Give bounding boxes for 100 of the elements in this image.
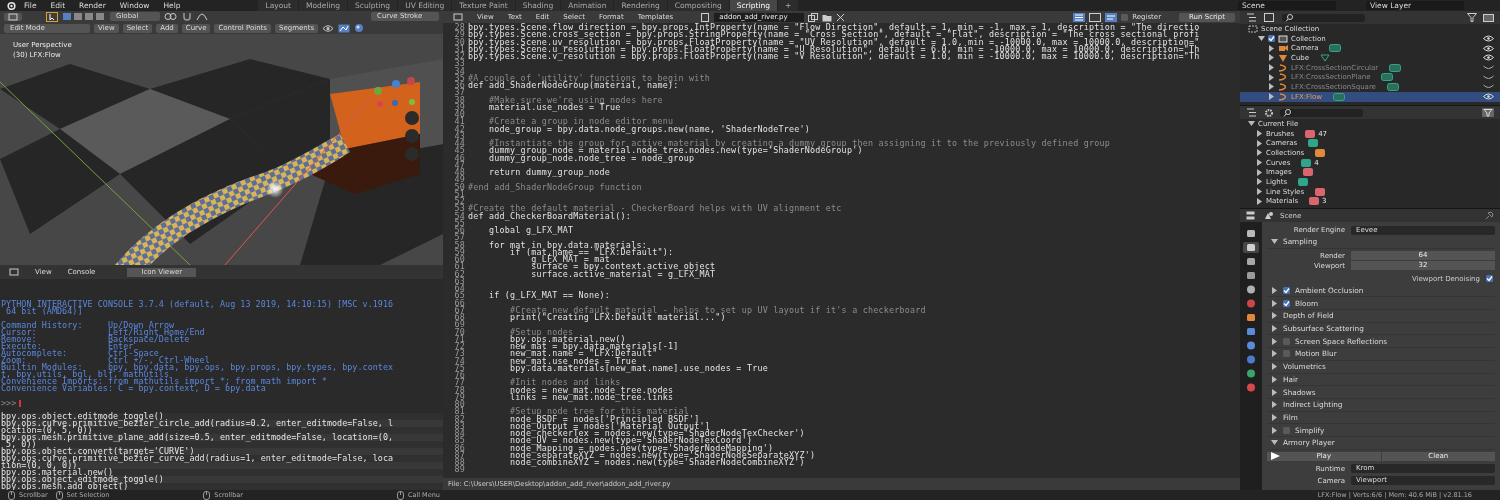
code-line: print("Creating LFX:Default material...") — [509, 314, 726, 322]
code-line: return dummy_group_node — [488, 169, 611, 177]
display-mode-icon[interactable] — [1246, 13, 1258, 22]
checkbox[interactable] — [1283, 350, 1290, 358]
code-line: global g_LFX_MAT — [488, 227, 574, 235]
object-data-icon[interactable] — [1386, 82, 1399, 91]
disclosure-triangle-icon[interactable] — [1268, 44, 1275, 52]
code-line: new_mat.use_nodes = True — [509, 357, 637, 365]
line-number: 32 — [453, 53, 466, 61]
closed-eye-icon[interactable] — [1483, 64, 1494, 72]
disclosure-triangle-icon[interactable] — [1271, 350, 1278, 358]
disclosure-triangle-icon[interactable] — [1271, 401, 1278, 409]
object-data-icon[interactable] — [1381, 73, 1394, 82]
code-line: new_mat.name = "LFX:Default" — [509, 350, 658, 358]
search-field[interactable] — [1280, 108, 1363, 117]
disclosure-triangle-icon[interactable] — [1271, 413, 1278, 421]
disclosure-triangle-icon[interactable] — [1268, 64, 1275, 72]
close-icon[interactable] — [836, 12, 846, 22]
line-number: 64 — [453, 285, 466, 293]
eye-icon[interactable] — [1483, 44, 1494, 52]
code-line: dummy_group_node.node_tree = node_group — [488, 154, 695, 162]
mesh-data-icon[interactable] — [1320, 53, 1331, 62]
mouse-icon — [396, 490, 404, 500]
line-number: 29 — [453, 31, 466, 39]
checkbox[interactable] — [1268, 35, 1275, 43]
syntax-highlight-icon[interactable] — [1105, 12, 1118, 22]
line-number: 56 — [453, 227, 466, 235]
object-data-icon[interactable] — [1333, 92, 1346, 101]
code-line: links = new_mat.node_tree.links — [509, 393, 674, 401]
code-line: node_combineXYZ = nodes.new(type='ShaderNodeCombineXYZ') — [509, 459, 805, 467]
camera-icon — [1278, 44, 1288, 53]
word-wrap-icon[interactable] — [1089, 12, 1102, 22]
disclosure-triangle-icon[interactable] — [1271, 375, 1278, 383]
disclosure-triangle-icon[interactable] — [1271, 325, 1278, 333]
checkbox[interactable] — [1283, 287, 1290, 295]
sphere-icon[interactable] — [354, 23, 365, 34]
closed-eye-icon[interactable] — [1483, 73, 1494, 81]
overlay-icon[interactable] — [338, 23, 351, 33]
pin-icon[interactable] — [1485, 211, 1494, 220]
editor-type-dropdown[interactable] — [4, 12, 22, 21]
new-collection-icon[interactable] — [1483, 13, 1494, 22]
disclosure-triangle-icon[interactable] — [1271, 238, 1278, 246]
display-mode-icon[interactable] — [1246, 108, 1258, 117]
disclosure-triangle-icon[interactable] — [1271, 439, 1278, 447]
code-line: node_checkerTex = nodes.new(type='ShaderNodeTexChecker') — [509, 430, 805, 438]
closed-eye-icon[interactable] — [1483, 83, 1494, 91]
line-number: 75 — [453, 364, 466, 372]
line-number: 39 — [453, 103, 466, 111]
disclosure-triangle-icon[interactable] — [1271, 426, 1278, 434]
falloff-curve-icon[interactable] — [196, 12, 208, 22]
ring-logo-icon[interactable] — [6, 0, 16, 11]
line-number: 67 — [453, 306, 466, 314]
document-icon[interactable] — [700, 12, 711, 22]
checkbox[interactable] — [1283, 337, 1290, 345]
mouse-icon — [203, 490, 211, 500]
code-line: dummy_group_node = material.node_tree.nodes.new(type='ShaderNodeGroup') — [488, 147, 863, 155]
eye-icon[interactable] — [322, 23, 335, 33]
disclosure-triangle-icon[interactable] — [1271, 363, 1278, 371]
disclosure-triangle-icon[interactable] — [1268, 83, 1275, 91]
line-number: 47 — [453, 161, 466, 169]
line-number: 34 — [453, 67, 466, 75]
disclosure-triangle-icon[interactable] — [1271, 337, 1278, 345]
line-number: 49 — [453, 176, 466, 184]
magnet-icon[interactable] — [182, 12, 192, 22]
object-data-icon[interactable] — [1329, 44, 1342, 53]
search-field[interactable] — [1282, 13, 1365, 22]
filter-icon[interactable] — [1482, 108, 1494, 117]
console-output-line: Convenience Variables: C = bpy.context, D = bpy.data — [1, 383, 266, 393]
line-number: 58 — [453, 241, 466, 249]
eye-icon[interactable] — [1483, 93, 1494, 101]
cursor-icon[interactable] — [46, 11, 58, 22]
image-icon[interactable] — [1264, 13, 1276, 22]
line-numbers-icon[interactable] — [1073, 12, 1086, 22]
disclosure-triangle-icon[interactable] — [1248, 120, 1255, 128]
register-checkbox[interactable] — [1121, 13, 1129, 21]
eye-icon[interactable] — [1483, 54, 1494, 62]
disclosure-triangle-icon[interactable] — [1271, 299, 1278, 307]
line-number: 52 — [453, 198, 466, 206]
code-line: material.use_nodes = True — [488, 103, 621, 111]
disclosure-triangle-icon[interactable] — [1271, 287, 1278, 295]
line-number: 42 — [453, 125, 466, 133]
object-data-icon[interactable] — [1389, 63, 1402, 72]
square-tab-icon[interactable] — [1243, 242, 1259, 253]
code-line: bpy.ops.material.new() — [509, 335, 626, 343]
disclosure-triangle-icon[interactable] — [1271, 388, 1278, 396]
disclosure-triangle-icon[interactable] — [1258, 35, 1265, 43]
properties-editor-icon[interactable] — [1246, 211, 1258, 220]
filter-icon[interactable] — [1467, 13, 1477, 22]
eye-icon[interactable] — [1483, 35, 1494, 43]
checkbox[interactable] — [1283, 426, 1290, 434]
disclosure-triangle-icon[interactable] — [1271, 312, 1278, 320]
checkbox[interactable] — [1283, 299, 1290, 307]
code-line: bpy.data.materials[new_mat.name].use_nodes = True — [509, 364, 768, 372]
link-icon[interactable] — [164, 12, 178, 22]
disclosure-triangle-icon[interactable] — [1268, 54, 1275, 62]
gear-icon[interactable] — [1264, 107, 1274, 118]
checkbox[interactable] — [1486, 275, 1493, 283]
disclosure-triangle-icon[interactable] — [1268, 93, 1275, 101]
copy-icon[interactable] — [808, 12, 819, 22]
disclosure-triangle-icon[interactable] — [1268, 73, 1275, 81]
